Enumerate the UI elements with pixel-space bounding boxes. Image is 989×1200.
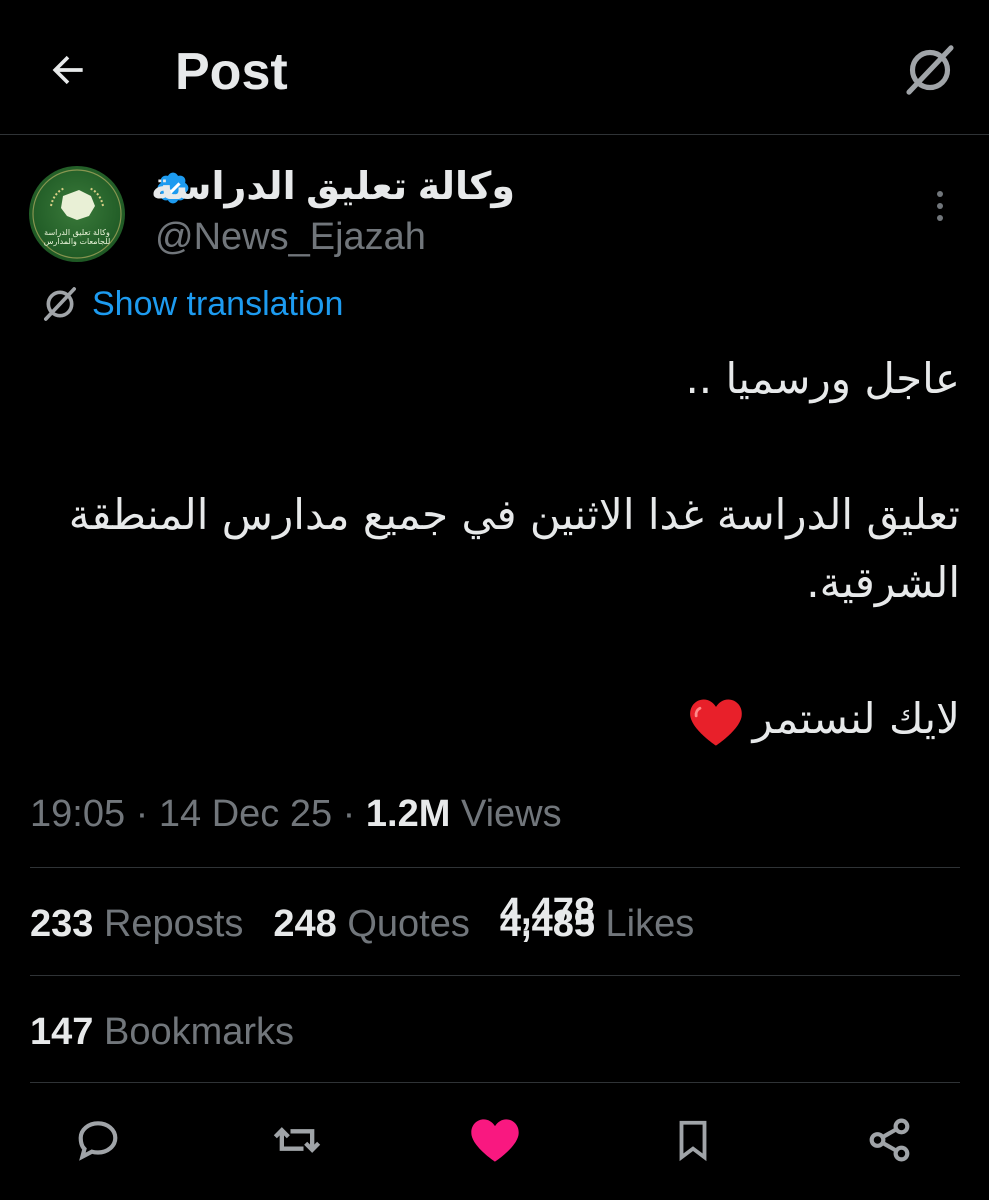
share-button[interactable] [860, 1110, 920, 1170]
tweet-line-with-emoji: لايك لنستمر [30, 685, 960, 753]
quotes-label: Quotes [347, 903, 470, 945]
divider [30, 1082, 960, 1083]
translate-icon [906, 45, 954, 95]
bookmarks-label: Bookmarks [103, 1011, 295, 1053]
handle[interactable]: @News_Ejazah [155, 214, 426, 260]
avatar-caption: وكالة تعليق الدراسة للجامعات والمدارس [43, 228, 111, 246]
avatar[interactable]: وكالة تعليق الدراسة للجامعات والمدارس [29, 166, 125, 262]
post-metadata: 19:05 · 14 Dec 25 · 1.2M Views [30, 793, 562, 835]
tweet-body: عاجل ورسميا .. تعليق الدراسة غدا الاثنين… [30, 345, 960, 753]
likes-label: Likes [605, 903, 695, 945]
action-bar [0, 1110, 989, 1170]
share-icon [869, 1118, 910, 1162]
divider [30, 867, 960, 868]
dot-icon [937, 203, 943, 209]
tweet-line: عاجل ورسميا .. [685, 354, 960, 403]
like-button[interactable] [465, 1110, 525, 1170]
dot-icon [937, 191, 943, 197]
page-title: Post [175, 43, 288, 101]
dot-icon [937, 215, 943, 221]
saudi-map-logo-icon [32, 169, 122, 259]
reposts-count: 233 [30, 903, 94, 945]
author-name-row[interactable]: وكالة تعليق الدراسة [151, 162, 515, 212]
likes-stat[interactable]: 4,478 4,485 Likes [500, 891, 695, 948]
arrow-left-icon [52, 55, 83, 85]
repost-icon [273, 1127, 321, 1153]
red-heart-emoji-icon [689, 699, 742, 746]
translate-icon [44, 287, 76, 321]
display-name: وكالة تعليق الدراسة [151, 166, 515, 208]
bookmark-icon [679, 1120, 707, 1162]
quotes-stat[interactable]: 248 Quotes [273, 900, 470, 948]
tweet-line: لايك لنستمر [752, 694, 960, 743]
likes-count-previous: 4,478 [499, 891, 595, 933]
quotes-count: 248 [273, 903, 337, 945]
show-translation-link[interactable]: Show translation [40, 282, 343, 326]
back-button[interactable] [38, 40, 98, 100]
more-options-button[interactable] [925, 186, 955, 226]
divider [30, 975, 960, 976]
bookmarks-count: 147 [30, 1011, 94, 1053]
reply-button[interactable] [68, 1110, 128, 1170]
post-time[interactable]: 19:05 [30, 793, 125, 835]
bookmark-button[interactable] [663, 1110, 723, 1170]
views-count: 1.2M [365, 793, 451, 835]
engagement-stats: 233 Reposts 248 Quotes 4,478 4,485 Likes [30, 891, 695, 948]
reposts-stat[interactable]: 233 Reposts [30, 900, 243, 948]
translate-button[interactable] [898, 38, 962, 102]
heart-filled-icon [471, 1119, 519, 1162]
repost-button[interactable] [267, 1110, 327, 1170]
reposts-label: Reposts [103, 903, 244, 945]
views-label: Views [460, 793, 562, 835]
tweet-line: تعليق الدراسة غدا الاثنين في جميع مدارس … [68, 490, 960, 607]
top-bar: Post [0, 0, 989, 135]
bookmarks-stat[interactable]: 147 Bookmarks [30, 1008, 294, 1056]
reply-icon [78, 1121, 118, 1161]
post-date[interactable]: 14 Dec 25 [159, 793, 332, 835]
show-translation-label: Show translation [92, 284, 344, 323]
